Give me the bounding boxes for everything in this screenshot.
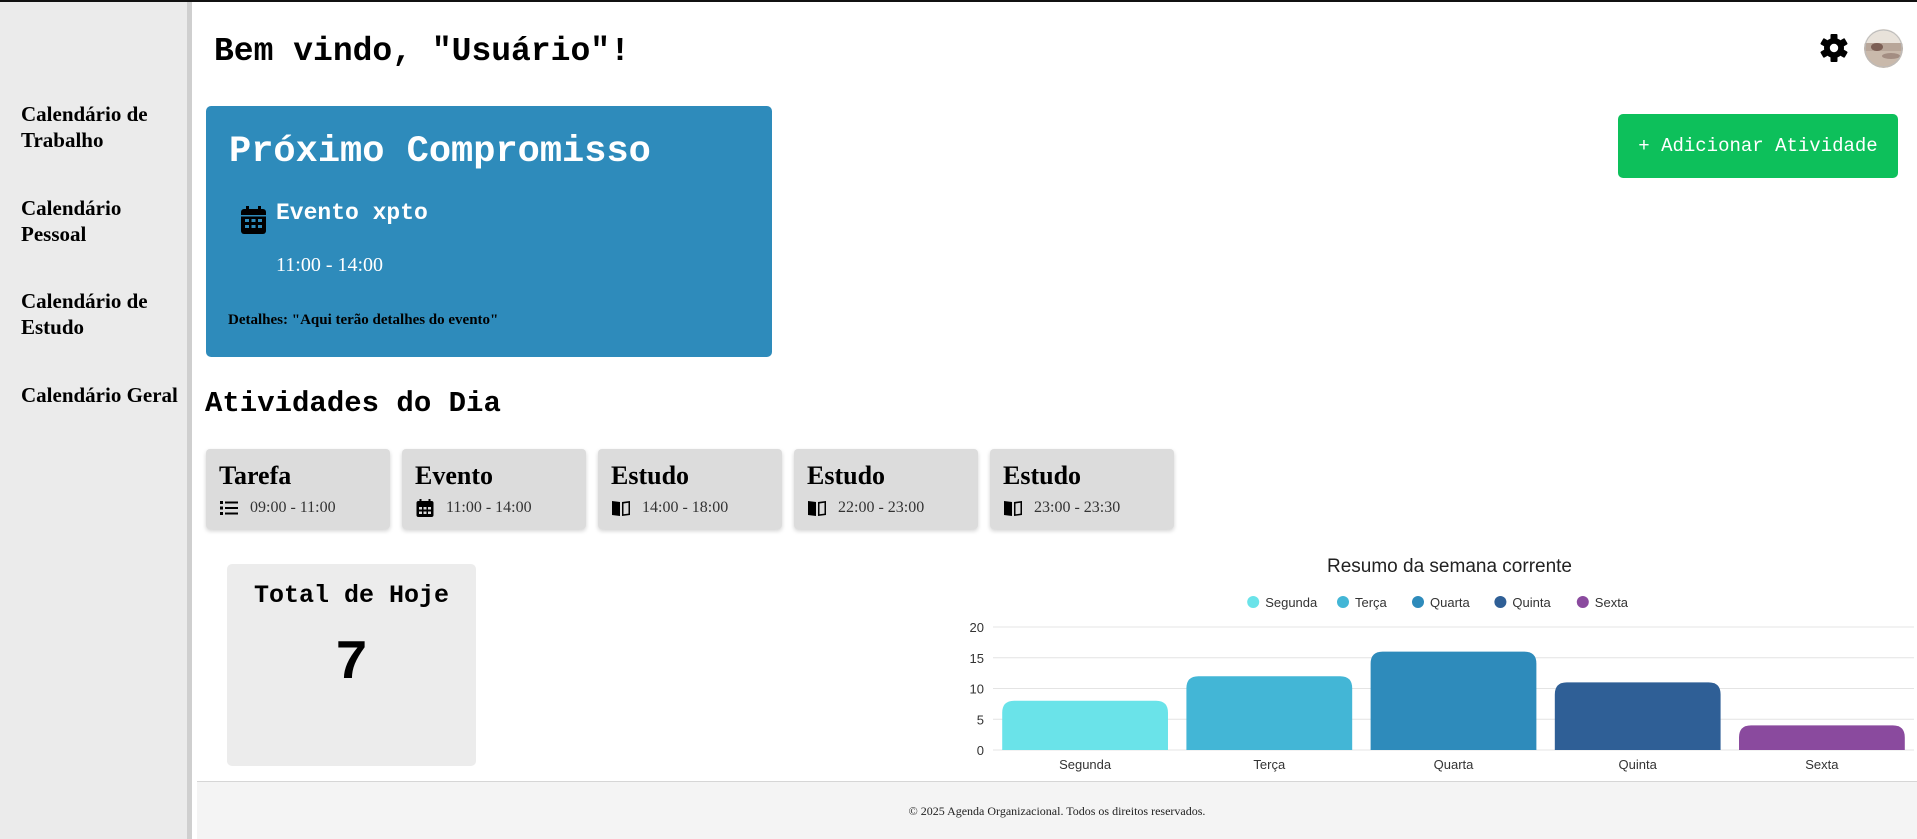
next-appointment-details: Detalhes: "Aqui terão detalhes do evento… [228,312,499,328]
activity-name: Evento [415,461,493,490]
footer: © 2025 Agenda Organizacional. Todos os d… [197,781,1917,839]
book-icon [1004,501,1022,516]
activity-card-estudo-1[interactable]: Estudo 14:00 - 18:00 [598,449,782,529]
weekly-summary-chart: Resumo da semana corrente Segunda Terça Qua… [970,556,1914,772]
legend-label: Sexta [1595,595,1629,610]
sidebar-item-calendario-trabalho[interactable]: Calendário de Trabalho [21,101,181,153]
legend-marker [1494,596,1507,608]
bar-terça [1186,676,1353,750]
gear-icon[interactable] [1819,33,1849,63]
next-appointment-title: Próximo Compromisso [229,131,651,173]
y-tick-label: 10 [970,682,984,697]
activity-name: Estudo [611,461,690,490]
x-tick-label: Quarta [1434,757,1475,772]
legend-label: Segunda [1265,595,1318,610]
y-tick-label: 20 [970,620,984,635]
next-appointment-event: Evento xpto [276,200,428,226]
add-activity-button[interactable]: + Adicionar Atividade [1618,114,1898,178]
footer-copyright: © 2025 Agenda Organizacional. Todos os d… [908,804,1206,818]
total-today-value: 7 [334,631,369,695]
legend-marker [1576,596,1589,608]
x-tick-label: Quinta [1619,757,1658,772]
activity-time: 23:00 - 23:30 [1034,499,1121,516]
legend-label: Quinta [1512,595,1551,610]
sidebar-item-calendario-pessoal[interactable]: Calendário Pessoal [21,195,181,247]
day-activities-title: Atividades do Dia [205,387,501,420]
activity-time: 14:00 - 18:00 [642,499,729,516]
activity-card-evento[interactable]: Evento 11:00 - 14:00 [402,449,586,529]
bar-quinta [1554,682,1721,750]
total-today-card: Total de Hoje 7 [227,564,476,766]
y-tick-label: 15 [970,651,984,666]
activity-time: 11:00 - 14:00 [446,499,532,516]
activity-card-estudo-2[interactable]: Estudo 22:00 - 23:00 [794,449,978,529]
activity-name: Estudo [807,461,886,490]
calendar-icon [416,499,434,517]
activity-card-estudo-3[interactable]: Estudo 23:00 - 23:30 [990,449,1174,529]
y-tick-label: 0 [977,743,984,758]
avatar[interactable] [1864,29,1903,68]
bar-quarta [1370,651,1537,750]
legend-label: Terça [1355,595,1388,610]
y-tick-label: 5 [977,712,984,727]
x-tick-label: Sexta [1805,757,1839,772]
x-tick-label: Terça [1253,757,1286,772]
activity-time: 22:00 - 23:00 [838,499,925,516]
sidebar-item-calendario-geral[interactable]: Calendário Geral [21,382,181,408]
welcome-title: Bem vindo, "Usuário"! [214,33,630,70]
book-icon [808,501,826,516]
legend-label: Quarta [1430,595,1471,610]
next-appointment-card[interactable]: Próximo Compromisso Evento xpto 11:00 - … [206,106,772,357]
book-icon [612,501,630,516]
next-appointment-time: 11:00 - 14:00 [276,254,384,276]
chart-title: Resumo da semana corrente [1327,556,1572,577]
sidebar: Calendário de Trabalho Calendário Pessoa… [0,2,192,839]
legend-marker [1337,596,1349,608]
activity-name: Estudo [1003,461,1082,490]
list-icon [220,501,238,515]
total-today-label: Total de Hoje [253,581,450,610]
bar-segunda [1002,700,1168,750]
activity-card-tarefa[interactable]: Tarefa 09:00 - 11:00 [206,449,390,529]
activity-time: 09:00 - 11:00 [250,499,336,516]
main-content: Bem vindo, "Usuário"! Próximo Compromiss… [197,2,1917,839]
bar-sexta [1739,725,1905,750]
calendar-icon [241,206,266,234]
sidebar-item-calendario-estudo[interactable]: Calendário de Estudo [21,288,181,340]
x-tick-label: Segunda [1059,757,1112,772]
legend-marker [1412,596,1424,608]
activity-name: Tarefa [219,461,292,490]
legend-marker [1247,596,1260,608]
